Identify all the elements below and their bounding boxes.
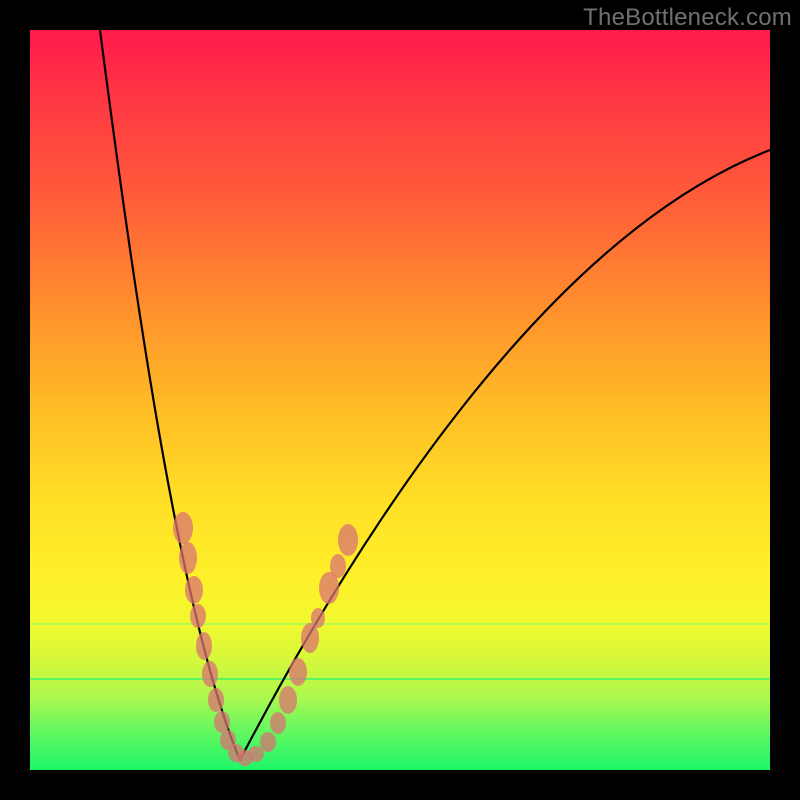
curve-right-branch <box>240 150 770 760</box>
curve-marker <box>270 712 286 734</box>
watermark-label: TheBottleneck.com <box>583 4 792 32</box>
curve-marker <box>173 512 193 544</box>
curve-marker <box>289 658 307 686</box>
marker-group <box>173 512 358 766</box>
curve-svg <box>30 30 770 770</box>
curve-marker <box>260 732 276 752</box>
curve-marker <box>196 632 212 660</box>
curve-marker <box>214 711 230 733</box>
curve-left-branch <box>100 30 240 760</box>
curve-marker <box>311 608 325 628</box>
curve-marker <box>330 554 346 578</box>
curve-marker <box>202 661 218 687</box>
curve-marker <box>248 746 264 762</box>
curve-marker <box>208 688 224 712</box>
plot-area <box>30 30 770 770</box>
curve-marker <box>338 524 358 556</box>
curve-marker <box>279 686 297 714</box>
curve-marker <box>185 576 203 604</box>
curve-marker <box>179 542 197 574</box>
chart-frame: TheBottleneck.com <box>0 0 800 800</box>
curve-marker <box>190 604 206 628</box>
